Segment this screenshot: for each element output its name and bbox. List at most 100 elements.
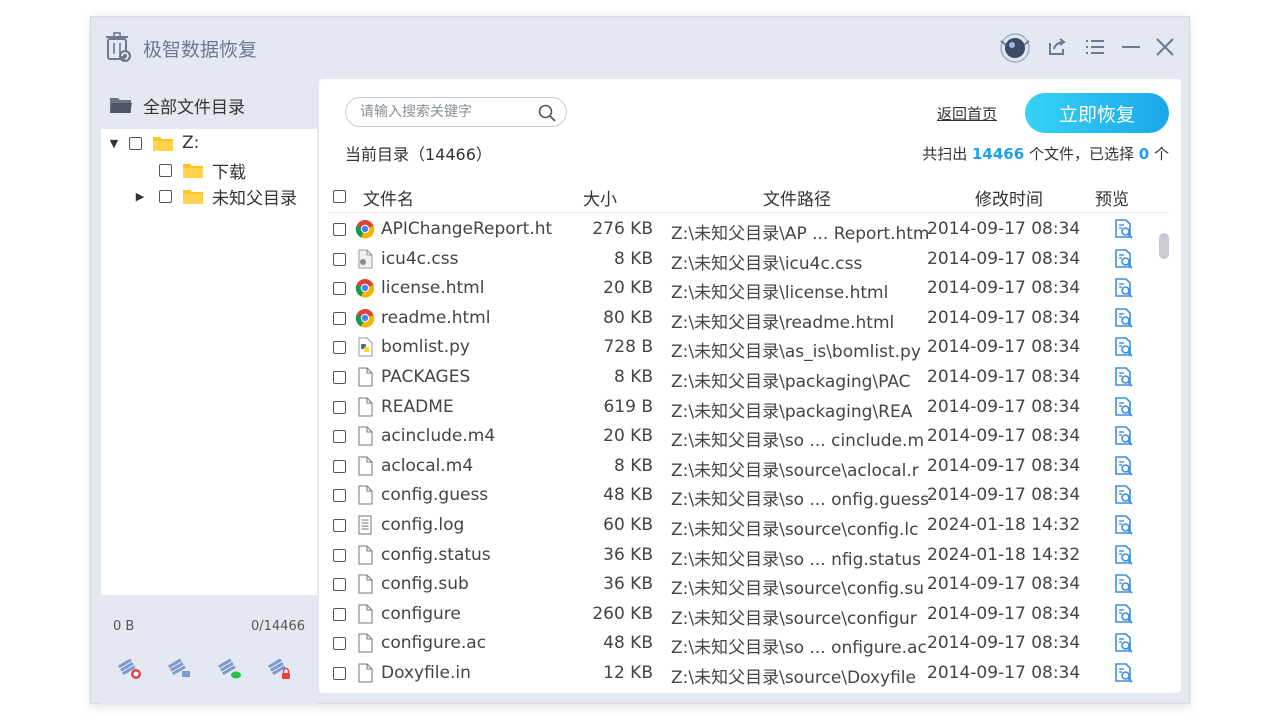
tree-checkbox[interactable]	[159, 189, 172, 203]
preview-icon[interactable]	[1113, 336, 1135, 358]
column-size[interactable]: 大小	[583, 185, 617, 210]
modified-time: 2024-01-18 14:32	[927, 544, 1081, 565]
table-row[interactable]: config.status 36 KB Z:\未知父目录\so ... nfig.s…	[329, 541, 1159, 571]
tree-checkbox[interactable]	[129, 136, 142, 150]
row-checkbox[interactable]	[333, 519, 346, 532]
tree-checkbox[interactable]	[159, 163, 172, 177]
file-size: 60 KB	[603, 515, 653, 535]
selected-count: 0/14466	[250, 619, 305, 634]
folder-icon	[183, 189, 203, 204]
preview-icon[interactable]	[1113, 544, 1135, 566]
table-row[interactable]: aclocal.m4 8 KB Z:\未知父目录\source\aclocal.r 2…	[329, 452, 1159, 482]
back-home-link[interactable]: 返回首页	[937, 103, 997, 124]
selected-size: 0 B	[113, 619, 135, 634]
row-checkbox[interactable]	[333, 548, 346, 562]
preview-icon[interactable]	[1113, 484, 1135, 506]
file-size: 12 KB	[603, 663, 653, 683]
modified-time: 2014-09-17 08:34	[927, 455, 1081, 476]
preview-icon[interactable]	[1113, 277, 1135, 299]
scan-summary: 共扫出 14466 个文件，已选择 0 个	[922, 143, 1169, 164]
file-icon	[355, 633, 375, 653]
table-row[interactable]: bomlist.py 728 B Z:\未知父目录\as_is\bomlist.py…	[329, 333, 1159, 363]
table-row[interactable]: config.log 60 KB Z:\未知父目录\source\config.lc…	[329, 511, 1159, 541]
row-checkbox[interactable]	[333, 667, 346, 680]
row-checkbox[interactable]	[333, 252, 346, 266]
table-row[interactable]: license.html 20 KB Z:\未知父目录\license.html 20…	[329, 274, 1159, 304]
tree-item-downloads[interactable]: 下载	[159, 158, 246, 183]
search-icon[interactable]	[537, 103, 557, 123]
row-checkbox[interactable]	[333, 430, 346, 444]
table-row[interactable]: configure 260 KB Z:\未知父目录\source\configur 2…	[329, 600, 1159, 630]
row-checkbox[interactable]	[333, 637, 346, 651]
file-size: 36 KB	[603, 574, 653, 595]
caret-down-icon[interactable]: ▼	[107, 136, 121, 150]
all-files-header[interactable]: 全部文件目录	[109, 93, 245, 118]
filter-documents-icon[interactable]	[167, 655, 193, 681]
table-row[interactable]: Doxyfile.in 12 KB Z:\未知父目录\source\Doxyfile…	[329, 659, 1159, 689]
menu-icon[interactable]	[1083, 35, 1107, 59]
tree-item-z[interactable]: ▼ Z:	[107, 131, 200, 155]
modified-time: 2014-09-17 08:34	[927, 426, 1081, 447]
filter-locked-icon[interactable]	[267, 655, 293, 681]
row-checkbox[interactable]	[333, 223, 346, 236]
file-path: Z:\未知父目录\source\config.su	[671, 579, 925, 600]
row-checkbox[interactable]	[333, 400, 346, 414]
filter-deleted-icon[interactable]	[117, 655, 143, 681]
preview-icon[interactable]	[1113, 366, 1135, 388]
table-row[interactable]: readme.html 80 KB Z:\未知父目录\readme.html 2014…	[329, 304, 1159, 334]
preview-icon[interactable]	[1113, 218, 1135, 240]
filter-normal-icon[interactable]	[217, 655, 243, 681]
preview-icon[interactable]	[1113, 514, 1135, 536]
row-checkbox[interactable]	[333, 371, 346, 384]
table-row[interactable]: acinclude.m4 20 KB Z:\未知父目录\so ... cinclud…	[329, 422, 1159, 452]
row-checkbox[interactable]	[333, 578, 346, 592]
preview-icon[interactable]	[1113, 662, 1135, 684]
row-checkbox[interactable]	[333, 607, 346, 621]
table-row[interactable]: config.sub 36 KB Z:\未知父目录\source\config.su…	[329, 570, 1159, 600]
column-name[interactable]: 文件名	[363, 185, 414, 210]
column-path[interactable]: 文件路径	[763, 185, 831, 210]
file-name: APIChangeReport.ht	[381, 219, 553, 239]
current-directory: 当前目录（14466）	[345, 145, 492, 164]
table-row[interactable]: APIChangeReport.ht 276 KB Z:\未知父目录\AP ... …	[329, 215, 1159, 245]
table-row[interactable]: README 619 B Z:\未知父目录\packaging\REA 2014-09…	[329, 393, 1159, 423]
preview-icon[interactable]	[1113, 396, 1135, 418]
table-row[interactable]: config.guess 48 KB Z:\未知父目录\so ... onfig.g…	[329, 481, 1159, 511]
preview-icon[interactable]	[1113, 248, 1135, 270]
select-all-checkbox[interactable]	[333, 190, 346, 203]
preview-icon[interactable]	[1113, 455, 1135, 477]
caret-right-icon[interactable]: ▶	[133, 189, 147, 203]
preview-icon[interactable]	[1113, 603, 1135, 625]
tree-item-unknown-parent[interactable]: ▶ 未知父目录	[133, 184, 297, 209]
row-checkbox[interactable]	[333, 489, 346, 503]
column-modified[interactable]: 修改时间	[975, 185, 1043, 210]
row-checkbox[interactable]	[333, 459, 346, 473]
close-icon[interactable]	[1153, 35, 1177, 59]
file-path: Z:\未知父目录\source\aclocal.r	[671, 460, 919, 481]
file-path: Z:\未知父目录\AP ... Report.htm	[671, 224, 929, 244]
modified-time: 2014-09-17 08:34	[927, 633, 1081, 654]
search-input[interactable]	[345, 97, 567, 127]
scrollbar-thumb[interactable]	[1159, 233, 1169, 259]
table-row[interactable]: PACKAGES 8 KB Z:\未知父目录\packaging\PAC 2014-0…	[329, 363, 1159, 393]
selected-total: 0	[1138, 145, 1150, 163]
file-size: 8 KB	[613, 367, 653, 387]
row-checkbox[interactable]	[333, 282, 346, 296]
preview-icon[interactable]	[1113, 632, 1135, 654]
preview-icon[interactable]	[1113, 307, 1135, 329]
share-icon[interactable]	[1045, 35, 1069, 59]
minimize-icon[interactable]	[1119, 35, 1143, 59]
user-avatar-icon[interactable]	[997, 31, 1033, 65]
table-row[interactable]: icu4c.css 8 KB Z:\未知父目录\icu4c.css 2014-09-1…	[329, 245, 1159, 275]
file-name: acinclude.m4	[381, 426, 496, 447]
table-header: 文件名 大小 文件路径 修改时间 预览	[329, 179, 1169, 213]
scan-prefix: 共扫出	[922, 145, 968, 163]
preview-icon[interactable]	[1113, 573, 1135, 595]
row-checkbox[interactable]	[333, 341, 346, 355]
table-row[interactable]: configure.ac 48 KB Z:\未知父目录\so ... onfigur…	[329, 629, 1159, 659]
row-checkbox[interactable]	[333, 311, 346, 325]
file-size: 48 KB	[603, 485, 653, 506]
recover-now-button[interactable]: 立即恢复	[1025, 93, 1169, 133]
file-path: Z:\未知父目录\source\Doxyfile	[671, 668, 916, 688]
preview-icon[interactable]	[1113, 425, 1135, 447]
